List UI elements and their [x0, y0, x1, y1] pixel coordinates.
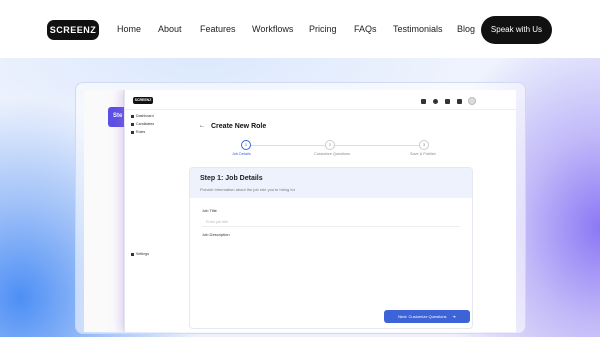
step-1-indicator: 1 — [241, 140, 251, 150]
arrow-right-icon: ➜ — [452, 314, 456, 319]
candidates-icon — [131, 122, 134, 126]
sidebar-item-settings: Settings — [131, 252, 149, 256]
card-header — [190, 168, 472, 198]
step-3-label: Save & Publish — [410, 152, 436, 156]
help-icon — [433, 99, 438, 104]
stepper-connector — [335, 145, 419, 146]
sidebar-item-label: Settings — [136, 252, 149, 256]
topbar-divider — [125, 109, 516, 110]
brand-logo[interactable]: SCREENZ — [47, 20, 99, 40]
top-navbar: SCREENZ Home About Features Workflows Pr… — [0, 0, 600, 58]
settings-icon — [457, 99, 462, 104]
job-title-label: Job Title — [202, 208, 217, 213]
sidebar-item-roles: Roles — [131, 130, 145, 134]
job-description-label: Job Description — [202, 232, 230, 237]
card-subtitle: Provide information about the job role y… — [200, 187, 296, 192]
gear-icon — [131, 252, 134, 256]
avatar — [468, 97, 476, 105]
speak-with-us-button[interactable]: Speak with Us — [481, 16, 552, 44]
card-title: Step 1: Job Details — [200, 175, 263, 182]
preview-app-window: SCREENZ Dashboard Candidates Roles Setti… — [124, 90, 516, 332]
roles-icon — [131, 130, 134, 134]
sidebar-item-label: Candidates — [136, 122, 155, 126]
next-button-label: Next: Customize Questions — [398, 314, 447, 319]
nav-link-home[interactable]: Home — [117, 24, 141, 34]
next-customize-questions-button: Next: Customize Questions ➜ — [384, 310, 470, 323]
step-1-label: Job Details — [232, 152, 251, 156]
step-2-indicator: 2 — [325, 140, 335, 150]
job-details-card: Step 1: Job Details Provide information … — [189, 167, 473, 329]
sidebar-item-label: Dashboard — [136, 114, 154, 118]
sidebar-item-label: Roles — [136, 130, 146, 134]
app-preview-screenshot: Ste SCREENZ Dashboard Candidates Roles S… — [84, 90, 516, 332]
notification-icon — [445, 99, 450, 104]
nav-link-about[interactable]: About — [158, 24, 182, 34]
document-icon — [421, 99, 426, 104]
sidebar-item-dashboard: Dashboard — [131, 114, 154, 118]
step-2-label: Customize Questions — [314, 152, 351, 156]
nav-link-workflows[interactable]: Workflows — [252, 24, 293, 34]
step-3-indicator: 3 — [419, 140, 429, 150]
nav-link-pricing[interactable]: Pricing — [309, 24, 337, 34]
nav-link-features[interactable]: Features — [200, 24, 236, 34]
nav-link-testimonials[interactable]: Testimonials — [393, 24, 443, 34]
preview-app-logo: SCREENZ — [133, 97, 153, 104]
dashboard-icon — [131, 114, 134, 118]
nav-link-blog[interactable]: Blog — [457, 24, 475, 34]
stepper-connector — [251, 145, 325, 146]
sidebar-item-candidates: Candidates — [131, 122, 154, 126]
back-arrow-icon: ← — [199, 123, 205, 129]
nav-link-faqs[interactable]: FAQs — [354, 24, 377, 34]
job-title-input: Enter job title — [202, 217, 460, 227]
page-title: Create New Role — [211, 123, 267, 130]
